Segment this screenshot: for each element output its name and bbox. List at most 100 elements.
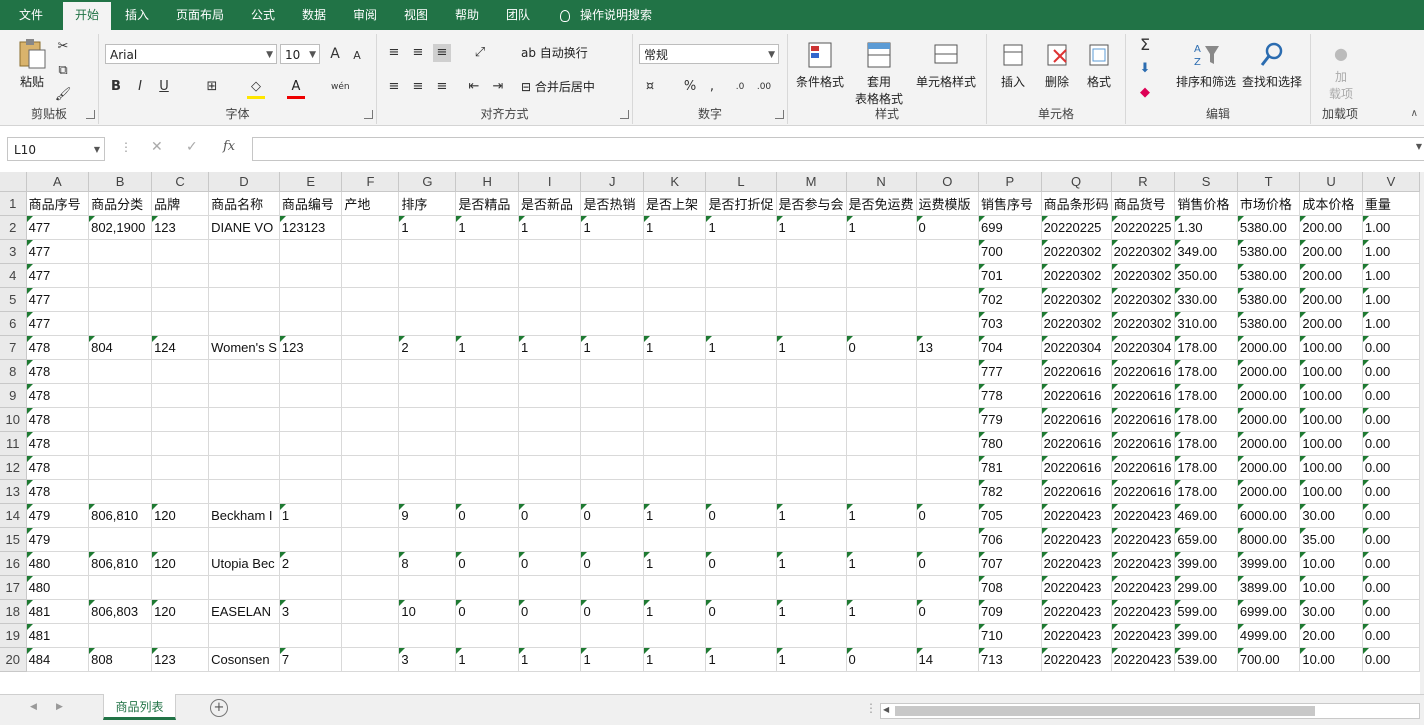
cell[interactable]: 782 <box>978 479 1042 504</box>
cell[interactable]: 20220225 <box>1111 215 1176 240</box>
cell[interactable]: 3999.00 <box>1237 551 1301 576</box>
cell[interactable]: 701 <box>978 263 1042 288</box>
decrease-decimal-icon[interactable]: .00 <box>755 78 773 96</box>
cell[interactable]: 30.00 <box>1299 503 1363 528</box>
cell[interactable] <box>341 479 400 504</box>
select-all-corner[interactable] <box>0 172 27 192</box>
cell[interactable] <box>398 479 457 504</box>
cell[interactable] <box>518 239 582 264</box>
cell[interactable] <box>846 479 917 504</box>
cell[interactable] <box>846 239 917 264</box>
cell[interactable]: 销售序号 <box>978 191 1042 216</box>
cell[interactable]: 20220616 <box>1041 359 1112 384</box>
cell[interactable] <box>643 479 707 504</box>
tab-team[interactable]: 团队 <box>496 0 540 30</box>
cell[interactable] <box>151 239 210 264</box>
cell[interactable] <box>88 383 153 408</box>
cell[interactable]: 478 <box>26 431 90 456</box>
cell[interactable]: 30.00 <box>1299 599 1363 624</box>
cancel-entry-icon[interactable]: ✕ <box>151 139 163 155</box>
row-header[interactable]: 19 <box>0 623 27 648</box>
cell[interactable]: 0 <box>916 215 980 240</box>
cell[interactable]: 2000.00 <box>1237 383 1301 408</box>
cell[interactable]: 477 <box>26 263 90 288</box>
cell[interactable] <box>341 527 400 552</box>
shrink-font-icon[interactable]: A <box>348 47 366 65</box>
cell[interactable] <box>208 623 280 648</box>
cell[interactable]: 是否热销 <box>580 191 644 216</box>
cell[interactable]: 是否打折促 <box>705 191 777 216</box>
cell[interactable] <box>846 263 917 288</box>
cell[interactable]: 806,803 <box>88 599 153 624</box>
cell[interactable]: 重量 <box>1362 191 1420 216</box>
cell[interactable]: 是否新品 <box>518 191 582 216</box>
cell[interactable] <box>341 383 400 408</box>
cell[interactable] <box>518 575 582 600</box>
cell[interactable]: 0 <box>705 503 777 528</box>
row-header[interactable]: 14 <box>0 503 27 528</box>
cell[interactable]: 0 <box>518 599 582 624</box>
cell[interactable] <box>846 431 917 456</box>
cell[interactable]: 销售价格 <box>1174 191 1238 216</box>
row-header[interactable]: 12 <box>0 455 27 480</box>
cell[interactable]: 1.00 <box>1362 287 1420 312</box>
cell[interactable]: 477 <box>26 239 90 264</box>
cell[interactable] <box>208 311 280 336</box>
cell[interactable]: 481 <box>26 599 90 624</box>
cell[interactable] <box>455 359 519 384</box>
cell[interactable]: 20220616 <box>1041 431 1112 456</box>
tab-help[interactable]: 帮助 <box>445 0 489 30</box>
number-format-select[interactable]: 常规 ▼ <box>639 44 779 64</box>
cell[interactable]: 商品条形码 <box>1041 191 1112 216</box>
cell[interactable]: 14 <box>916 647 980 672</box>
cell[interactable]: 20220423 <box>1111 599 1176 624</box>
font-color-icon[interactable]: A <box>287 78 305 99</box>
cell[interactable]: 3 <box>398 647 457 672</box>
cell[interactable] <box>846 623 917 648</box>
cell[interactable] <box>341 359 400 384</box>
cell[interactable]: 20220302 <box>1041 311 1112 336</box>
scroll-left-icon[interactable]: ◀ <box>883 705 889 714</box>
cell[interactable]: 477 <box>26 287 90 312</box>
grow-font-icon[interactable]: A <box>326 45 344 63</box>
cell[interactable] <box>916 287 980 312</box>
cell[interactable]: 0.00 <box>1362 407 1420 432</box>
cell[interactable] <box>88 527 153 552</box>
cell[interactable] <box>916 623 980 648</box>
cell[interactable]: 1 <box>705 215 777 240</box>
cell[interactable]: 5380.00 <box>1237 263 1301 288</box>
worksheet-grid[interactable]: A B C D E F G H I J K L M N O P Q R S T U V 1 商品序号 商品分类 品牌 商品名称 商品编… <box>0 172 1420 694</box>
cell[interactable] <box>341 647 400 672</box>
cell[interactable] <box>208 407 280 432</box>
row-header[interactable]: 5 <box>0 287 27 312</box>
column-header[interactable]: Q <box>1041 172 1112 192</box>
column-header[interactable]: P <box>978 172 1042 192</box>
collapse-ribbon-icon[interactable]: ∧ <box>1411 108 1418 119</box>
cell[interactable]: 0 <box>705 551 777 576</box>
cell[interactable]: 产地 <box>341 191 400 216</box>
cell[interactable] <box>455 263 519 288</box>
cell[interactable]: 0.00 <box>1362 479 1420 504</box>
cell[interactable] <box>776 407 847 432</box>
cell[interactable]: 1.00 <box>1362 239 1420 264</box>
cell[interactable] <box>705 359 777 384</box>
cell[interactable] <box>580 407 644 432</box>
conditional-formatting-button[interactable]: 条件格式 <box>790 40 850 90</box>
cell[interactable] <box>580 575 644 600</box>
cell[interactable] <box>208 479 280 504</box>
cell[interactable]: 20220616 <box>1111 407 1176 432</box>
align-left-icon[interactable]: ≡ <box>385 78 403 96</box>
horizontal-scrollbar[interactable]: ◀ <box>880 703 1420 719</box>
cell[interactable]: 178.00 <box>1174 455 1238 480</box>
cell[interactable] <box>208 359 280 384</box>
cell[interactable] <box>916 455 980 480</box>
cell[interactable] <box>705 311 777 336</box>
find-select-button[interactable]: 查找和选择 <box>1238 40 1306 90</box>
cell[interactable]: 709 <box>978 599 1042 624</box>
cell[interactable]: 20220302 <box>1111 263 1176 288</box>
cell[interactable] <box>518 455 582 480</box>
cell[interactable]: 399.00 <box>1174 551 1238 576</box>
cell[interactable] <box>776 263 847 288</box>
cell[interactable]: 0 <box>916 599 980 624</box>
cell[interactable]: 1 <box>846 551 917 576</box>
